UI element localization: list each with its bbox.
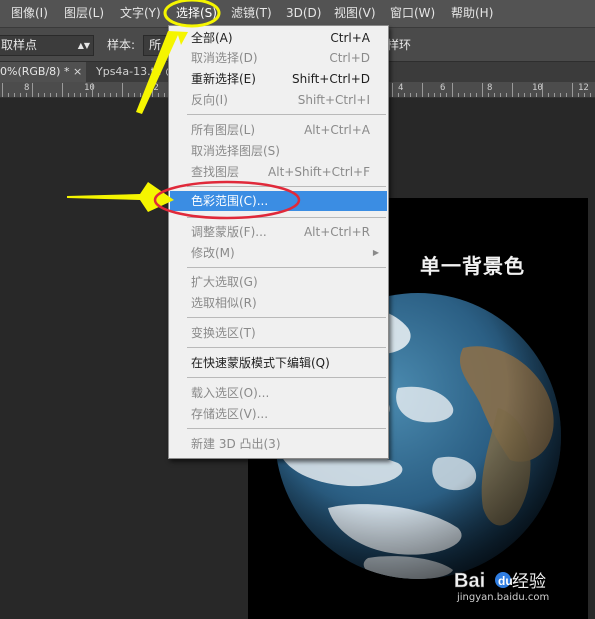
- arrow-to-select-menu: [136, 31, 188, 114]
- svg-text:经验: 经验: [512, 572, 546, 592]
- arrow-to-color-range: [67, 182, 174, 212]
- svg-text:Bai: Bai: [454, 570, 485, 592]
- menu-highlight-circle: [163, 0, 221, 28]
- color-range-highlight-circle: [153, 180, 301, 220]
- watermark-url: jingyan.baidu.com: [457, 592, 550, 603]
- annotation-overlay: [67, 0, 301, 220]
- svg-text:du: du: [498, 574, 513, 588]
